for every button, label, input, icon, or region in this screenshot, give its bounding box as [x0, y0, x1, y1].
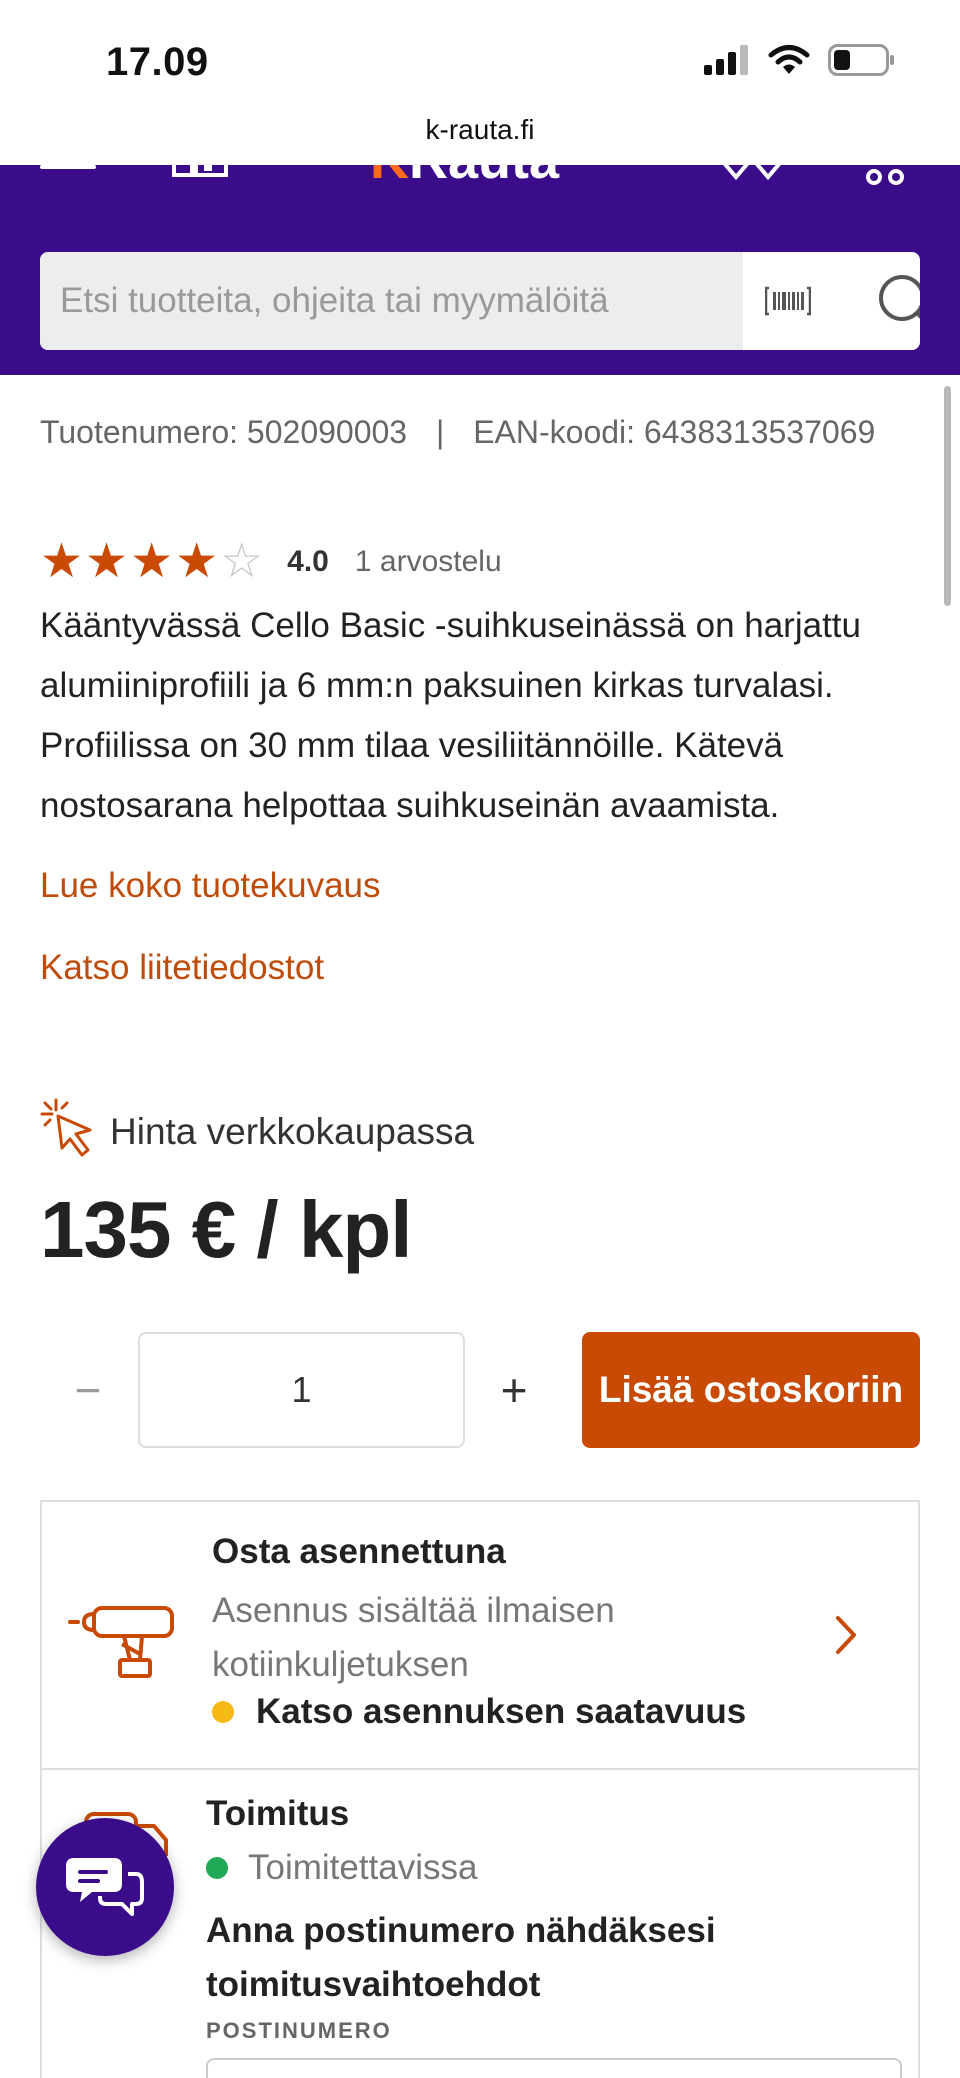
install-option[interactable]: Osta asennettuna Asennus sisältää ilmais… — [42, 1502, 918, 1770]
delivery-section: Toimitus Toimitettavissa Anna postinumer… — [42, 1770, 918, 2078]
delivery-title: Toimitus — [206, 1794, 350, 1833]
rating-value: 4.0 — [287, 545, 329, 578]
price-label: Hinta verkkokaupassa — [110, 1110, 475, 1152]
url-bar[interactable]: k-rauta.fi — [0, 114, 960, 146]
drill-install-icon — [68, 1592, 178, 1682]
install-availability-label: Katso asennuksen saatavuus — [256, 1692, 747, 1731]
price-label-row: Hinta verkkokaupassa — [40, 1098, 474, 1165]
install-availability[interactable]: Katso asennuksen saatavuus — [212, 1692, 746, 1732]
status-time: 17.09 — [106, 40, 209, 84]
search-icon[interactable] — [876, 272, 920, 336]
wifi-icon — [768, 44, 810, 81]
star-icon: ★ — [40, 535, 84, 588]
install-description: Asennus sisältää ilmaisen kotiinkuljetuk… — [212, 1591, 615, 1684]
cart-icon[interactable] — [864, 165, 906, 185]
site-header: K Rauta — [0, 165, 960, 375]
page-scrollbar[interactable] — [944, 386, 951, 606]
postal-code-label: POSTINUMERO — [206, 2018, 392, 2043]
rating-count[interactable]: 1 arvostelu — [355, 545, 502, 579]
store-icon[interactable] — [172, 165, 228, 181]
star-icon: ★ — [130, 535, 174, 588]
install-title: Osta asennettuna — [212, 1532, 506, 1571]
search-input[interactable] — [40, 252, 743, 350]
quantity-increase-button[interactable]: + — [482, 1355, 546, 1425]
product-price: 135 € / kpl — [40, 1185, 412, 1274]
status-dot-icon — [206, 1857, 228, 1879]
user-icon[interactable] — [722, 165, 784, 185]
barcode-icon[interactable] — [758, 276, 818, 326]
product-number: Tuotenumero: 502090003 — [40, 414, 408, 450]
online-cursor-icon — [40, 1098, 96, 1165]
battery-icon — [828, 44, 896, 81]
delivery-status: Toimitettavissa — [206, 1848, 478, 1888]
star-empty-icon: ☆ — [220, 535, 264, 588]
chat-bubbles-icon — [66, 1858, 144, 1916]
id-separator: | — [435, 414, 445, 450]
status-icons — [704, 44, 896, 81]
menu-icon[interactable] — [40, 165, 96, 179]
chevron-right-icon[interactable] — [832, 1612, 862, 1658]
chat-button[interactable] — [36, 1818, 174, 1956]
product-description: Kääntyvässä Cello Basic -suihkuseinässä … — [40, 606, 861, 825]
attachments-link[interactable]: Katso liitetiedostot — [40, 948, 324, 988]
rating-row[interactable]: ★ ★ ★ ★ ☆ 4.0 1 arvostelu — [40, 538, 502, 586]
product-ids: Tuotenumero: 502090003 | EAN-koodi: 6438… — [40, 414, 875, 451]
add-to-cart-button[interactable]: Lisää ostoskoriin — [582, 1332, 920, 1448]
delivery-status-label: Toimitettavissa — [248, 1848, 478, 1887]
signal-icon — [704, 45, 750, 80]
read-full-description-link[interactable]: Lue koko tuotekuvaus — [40, 866, 381, 906]
ean-code: EAN-koodi: 6438313537069 — [473, 414, 876, 450]
star-icon: ★ — [85, 535, 129, 588]
postal-code-input[interactable] — [206, 2058, 902, 2078]
rating-stars: ★ ★ ★ ★ ☆ — [40, 538, 263, 586]
search-bar — [40, 252, 920, 350]
status-bar: 17.09 k-rauta.fi — [0, 0, 960, 145]
delivery-prompt: Anna postinumero nähdäksesi toimitusvaih… — [206, 1911, 716, 2004]
k-rauta-logo[interactable]: K Rauta — [370, 165, 559, 187]
availability-dot-icon — [212, 1701, 234, 1723]
quantity-decrease-button[interactable]: − — [56, 1355, 120, 1425]
star-icon: ★ — [175, 535, 219, 588]
service-card: Osta asennettuna Asennus sisältää ilmais… — [40, 1500, 920, 2078]
quantity-input[interactable] — [138, 1332, 465, 1448]
